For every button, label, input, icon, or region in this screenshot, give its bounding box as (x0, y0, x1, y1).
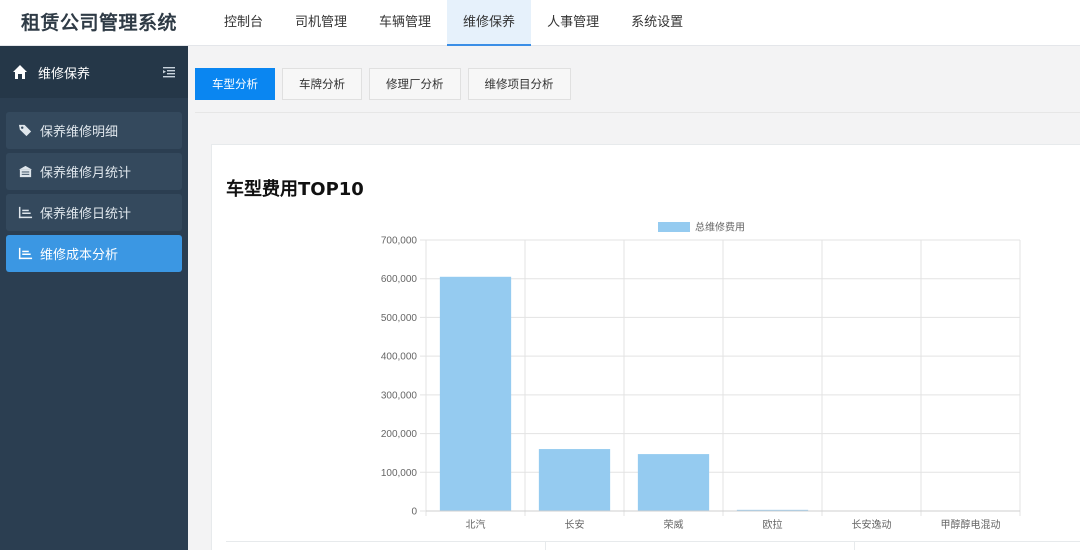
topnav-driver[interactable]: 司机管理 (279, 0, 363, 46)
sidebar-item-label: 保养维修月统计 (40, 166, 132, 181)
tab-license-plate[interactable]: 车牌分析 (282, 68, 362, 100)
sidebar-item-label: 维修成本分析 (40, 248, 119, 263)
sidebar: 维修保养 保养维修明细 保养维修月统计 保养维修日统计 维修成本分析 (0, 46, 188, 550)
y-tick-label: 500,000 (381, 313, 418, 324)
x-tick-label: 长安 (565, 518, 585, 531)
y-tick-label: 400,000 (381, 352, 418, 363)
bar-chart: 总维修费用 700,000 600,000 500,000 400,000 300,000… (381, 221, 1021, 531)
tab-repair-shop[interactable]: 修理厂分析 (369, 68, 461, 100)
y-tick-label: 200,000 (381, 429, 418, 440)
sidebar-item-label: 保养维修明细 (40, 125, 119, 140)
table-column-divider (545, 542, 546, 550)
tabs-divider (195, 112, 1080, 113)
top-nav: 控制台 司机管理 车辆管理 维修保养 人事管理 系统设置 (208, 0, 699, 46)
topnav-hr[interactable]: 人事管理 (531, 0, 615, 46)
bar (439, 276, 512, 511)
bar (637, 454, 710, 511)
x-tick-label: 甲醇醇电混动 (941, 518, 1001, 531)
y-tick-label: 0 (411, 507, 417, 518)
legend-swatch (658, 222, 690, 232)
sidebar-menu: 保养维修明细 保养维修月统计 保养维修日统计 维修成本分析 (0, 98, 188, 272)
analysis-tabs: 车型分析 车牌分析 修理厂分析 维修项目分析 (195, 68, 578, 100)
table-header-stub (226, 541, 1080, 550)
topnav-console[interactable]: 控制台 (208, 0, 279, 46)
y-tick-label: 100,000 (381, 468, 418, 479)
table-column-divider (854, 542, 855, 550)
calendar-icon (18, 165, 33, 178)
bar (538, 449, 611, 511)
tab-vehicle-model[interactable]: 车型分析 (195, 68, 275, 100)
sidebar-item-monthly-stats[interactable]: 保养维修月统计 (6, 153, 182, 190)
app-title: 租赁公司管理系统 (20, 12, 177, 34)
top-header: 租赁公司管理系统 控制台 司机管理 车辆管理 维修保养 人事管理 系统设置 (0, 0, 1080, 46)
y-tick-label: 600,000 (381, 274, 418, 285)
sidebar-item-daily-stats[interactable]: 保养维修日统计 (6, 194, 182, 231)
bar-chart-icon (18, 206, 33, 219)
sidebar-item-cost-analysis[interactable]: 维修成本分析 (6, 235, 182, 272)
x-tick-label: 长安逸动 (852, 518, 892, 531)
bar-chart-icon (18, 247, 33, 260)
topnav-settings[interactable]: 系统设置 (615, 0, 699, 46)
collapse-menu-icon[interactable] (162, 65, 176, 79)
main-content: 车型分析 车牌分析 修理厂分析 维修项目分析 车型费用TOP10 总维修费用 70… (188, 46, 1080, 550)
home-icon (13, 65, 27, 79)
topnav-vehicle[interactable]: 车辆管理 (363, 0, 447, 46)
legend-label: 总维修费用 (695, 221, 745, 234)
x-tick-label: 欧拉 (763, 518, 783, 531)
sidebar-item-maintenance-detail[interactable]: 保养维修明细 (6, 112, 182, 149)
x-tick-label: 荣威 (664, 518, 684, 531)
topnav-maintenance[interactable]: 维修保养 (447, 0, 532, 46)
tags-icon (18, 124, 32, 137)
x-tick-label: 北汽 (466, 518, 486, 531)
sidebar-item-label: 保养维修日统计 (40, 207, 132, 222)
y-tick-label: 300,000 (381, 390, 418, 401)
chart-card: 车型费用TOP10 总维修费用 700,000 600,000 500,000 400,… (211, 144, 1080, 550)
sidebar-header: 维修保养 (0, 46, 188, 98)
y-tick-label: 700,000 (381, 236, 418, 247)
tab-repair-item[interactable]: 维修项目分析 (467, 68, 571, 100)
sidebar-title: 维修保养 (38, 66, 91, 82)
